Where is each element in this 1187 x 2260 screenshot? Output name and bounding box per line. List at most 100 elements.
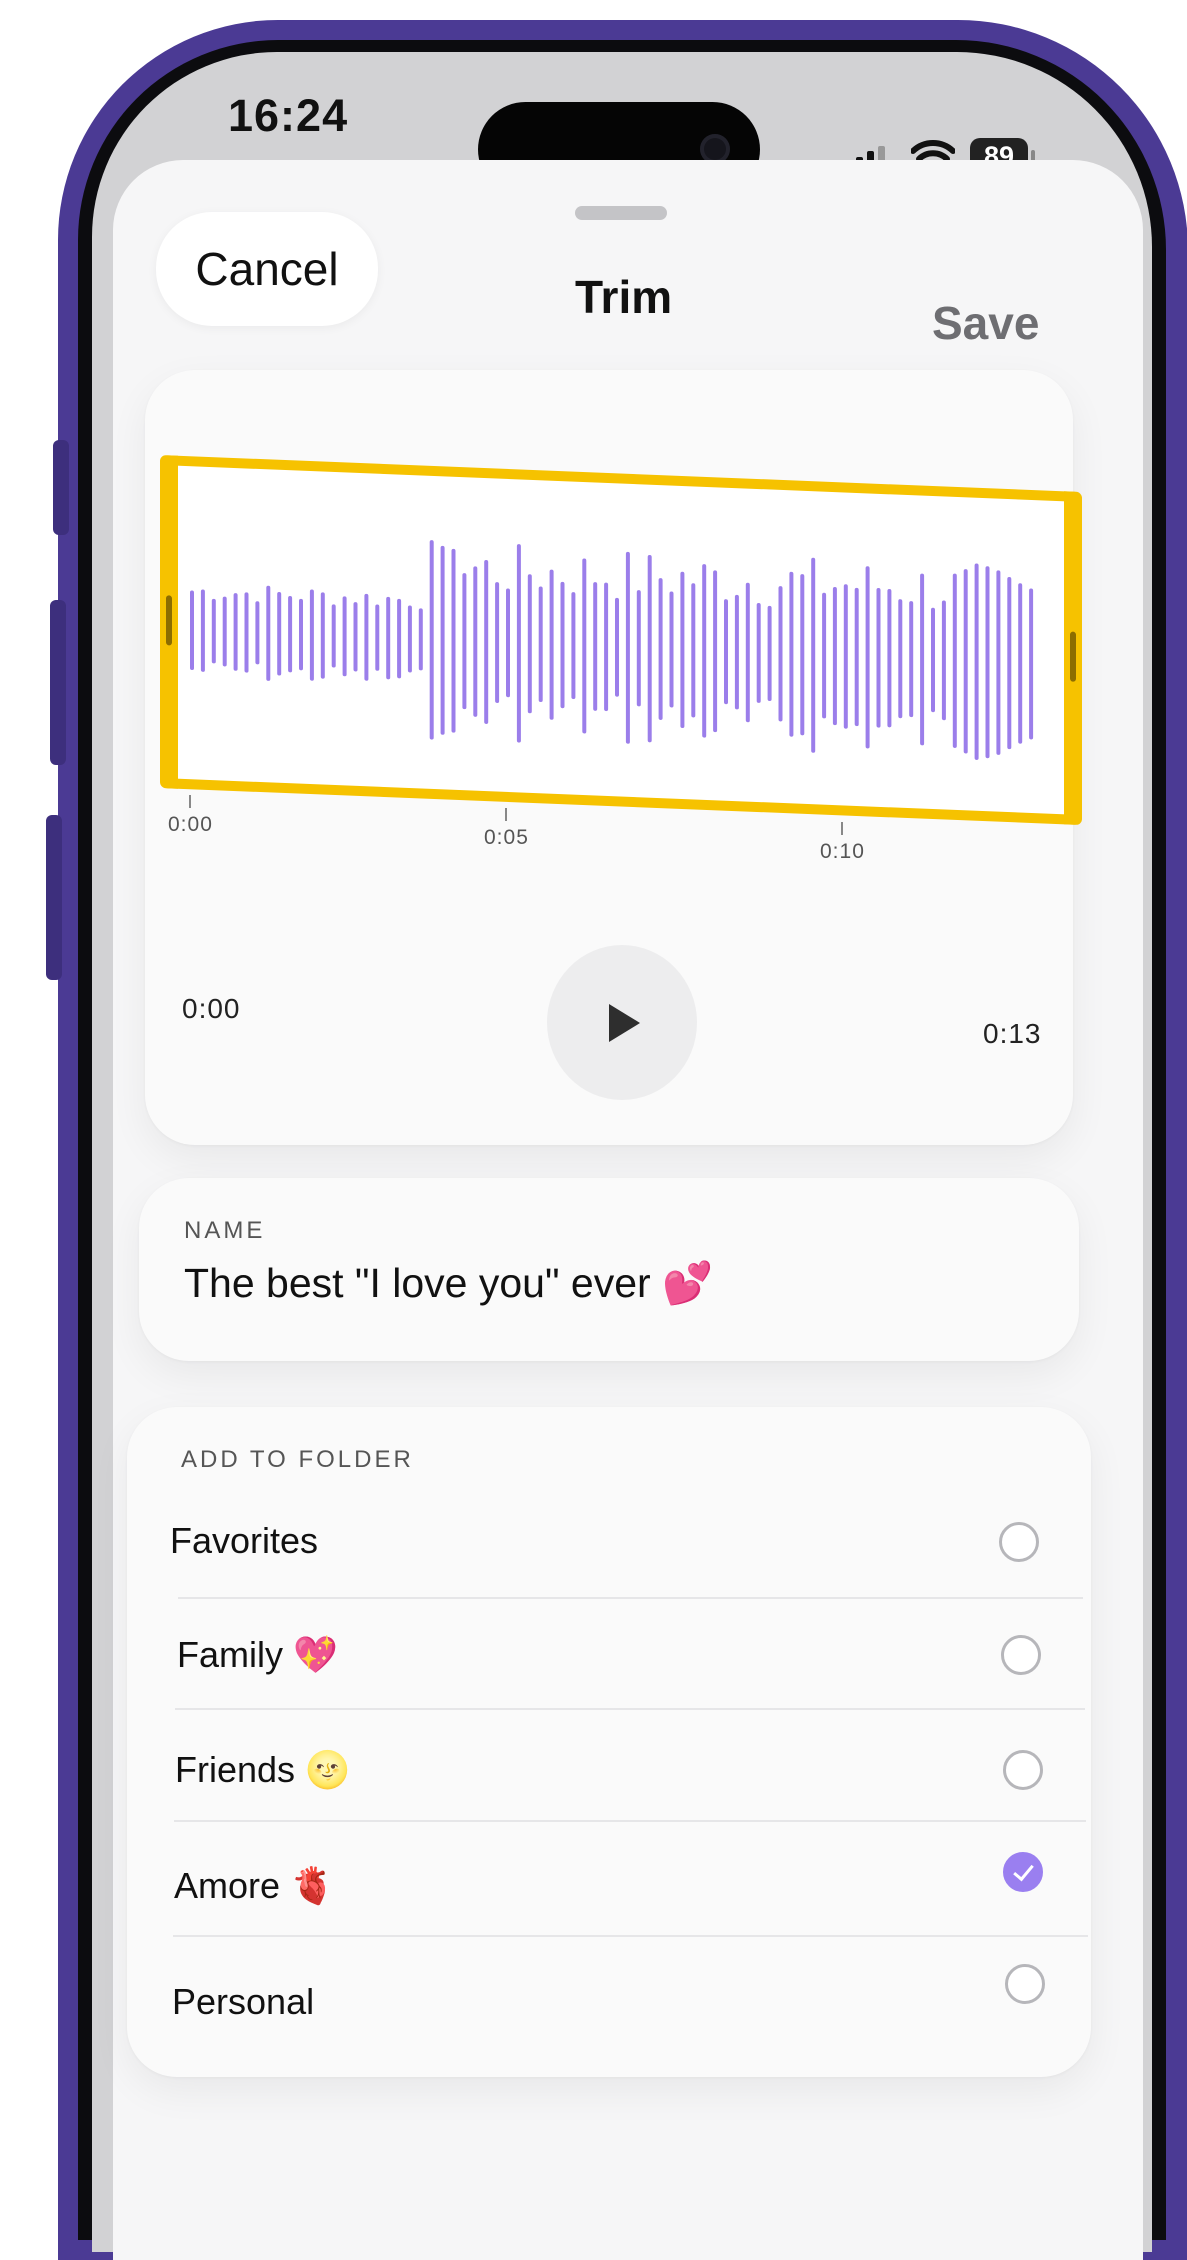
waveform-bar bbox=[931, 607, 935, 713]
waveform-bar bbox=[277, 591, 282, 676]
waveform-bar bbox=[516, 544, 521, 743]
waveform-bar bbox=[331, 604, 336, 668]
folder-label: Favorites bbox=[170, 1520, 319, 1561]
cancel-button[interactable]: Cancel bbox=[156, 212, 378, 326]
save-button[interactable]: Save bbox=[932, 296, 1039, 350]
waveform-bar bbox=[418, 608, 423, 671]
waveform-bar bbox=[865, 566, 870, 749]
divider bbox=[174, 1820, 1086, 1822]
waveform-bar bbox=[985, 566, 990, 759]
trim-handle-end[interactable] bbox=[1064, 491, 1082, 826]
waveform-bar bbox=[364, 593, 369, 681]
folder-section-label: ADD TO FOLDER bbox=[181, 1446, 414, 1473]
timeline-tick: 0:05 bbox=[484, 808, 529, 850]
waveform-bar bbox=[843, 584, 848, 729]
waveform-bar bbox=[440, 545, 445, 735]
waveform-bar bbox=[963, 569, 968, 754]
waveform-bar bbox=[484, 560, 489, 724]
folder-item-amore[interactable]: Amore 🫀 bbox=[174, 1852, 1054, 1975]
current-time: 0:00 bbox=[182, 993, 241, 1024]
folder-label: Friends 🌝 bbox=[175, 1749, 350, 1790]
folder-label: Personal bbox=[172, 1981, 315, 2022]
waveform-bar bbox=[909, 601, 914, 718]
waveform-bar bbox=[604, 582, 609, 712]
folder-item-favorites[interactable]: Favorites bbox=[170, 1520, 1050, 1630]
waveform-bar bbox=[244, 592, 249, 673]
folder-radio[interactable] bbox=[1003, 1750, 1043, 1790]
page-title: Trim bbox=[575, 271, 673, 323]
waveform-bar bbox=[538, 586, 543, 703]
waveform-bar bbox=[593, 582, 598, 711]
waveform-bar bbox=[495, 582, 500, 703]
folder-item-family[interactable]: Family 💖 bbox=[177, 1634, 1057, 1744]
waveform-bar bbox=[266, 585, 271, 681]
waveform bbox=[190, 540, 1034, 760]
waveform-bar bbox=[429, 540, 434, 740]
waveform-bar bbox=[375, 604, 380, 671]
folder-radio[interactable] bbox=[1005, 1964, 1045, 2004]
divider bbox=[175, 1708, 1085, 1710]
waveform-bar bbox=[876, 588, 881, 728]
waveform-bar bbox=[713, 570, 718, 733]
action-button bbox=[53, 440, 69, 535]
volume-down-button bbox=[46, 815, 62, 980]
play-button[interactable] bbox=[547, 945, 697, 1100]
waveform-bar bbox=[407, 605, 412, 673]
waveform-bar bbox=[571, 592, 576, 700]
waveform-bar bbox=[255, 601, 260, 665]
waveform-bar bbox=[702, 564, 707, 738]
waveform-bar bbox=[397, 598, 402, 679]
folder-radio[interactable] bbox=[1001, 1635, 1041, 1675]
waveform-bar bbox=[1018, 583, 1023, 744]
total-duration: 0:13 bbox=[983, 1018, 1042, 1049]
waveform-bar bbox=[615, 597, 619, 697]
folder-item-personal[interactable]: Personal bbox=[172, 1964, 1052, 2091]
waveform-bar bbox=[647, 555, 652, 743]
waveform-bar bbox=[832, 586, 837, 726]
waveform-bar bbox=[1007, 576, 1012, 750]
waveform-bar bbox=[200, 589, 205, 672]
timeline-tick: 0:00 bbox=[168, 795, 213, 837]
waveform-bar bbox=[789, 571, 794, 737]
waveform-bar bbox=[778, 586, 783, 722]
waveform-bar bbox=[952, 573, 957, 748]
waveform-bar bbox=[473, 566, 478, 717]
folder-label: Family 💖 bbox=[177, 1634, 338, 1675]
waveform-bar bbox=[691, 583, 696, 718]
waveform-bar bbox=[462, 573, 467, 710]
waveform-bar bbox=[800, 574, 805, 736]
waveform-bar bbox=[745, 582, 750, 723]
waveform-bar bbox=[342, 596, 347, 677]
waveform-bar bbox=[320, 592, 325, 679]
folder-item-friends[interactable]: Friends 🌝 bbox=[175, 1749, 1055, 1859]
folder-radio[interactable] bbox=[999, 1522, 1039, 1562]
waveform-bar bbox=[734, 594, 739, 710]
waveform-bar bbox=[625, 551, 630, 744]
waveform-bar bbox=[222, 596, 227, 667]
waveform-bar bbox=[506, 588, 510, 698]
play-icon bbox=[609, 1004, 640, 1042]
waveform-bar bbox=[920, 573, 925, 746]
waveform-bar bbox=[309, 589, 314, 681]
waveform-bar bbox=[724, 599, 728, 705]
volume-up-button bbox=[50, 600, 66, 765]
waveform-bar bbox=[811, 557, 816, 753]
waveform-bar bbox=[898, 599, 903, 719]
trim-handle-start[interactable] bbox=[160, 455, 178, 789]
folder-label: Amore 🫀 bbox=[174, 1865, 335, 1906]
folder-radio-checked[interactable] bbox=[1003, 1852, 1043, 1892]
waveform-bar bbox=[658, 578, 663, 720]
waveform-bar bbox=[560, 581, 565, 709]
waveform-bar bbox=[1029, 588, 1034, 740]
waveform-bar bbox=[854, 587, 859, 727]
waveform-bar bbox=[996, 570, 1001, 755]
waveform-bar bbox=[451, 548, 456, 733]
divider bbox=[173, 1935, 1088, 1937]
waveform-bar bbox=[974, 563, 979, 760]
name-label: NAME bbox=[184, 1217, 266, 1244]
waveform-bar bbox=[767, 605, 772, 702]
sheet-grabber[interactable] bbox=[575, 206, 667, 220]
waveform-bar bbox=[887, 589, 892, 728]
name-field[interactable]: The best "I love you" ever 💕 bbox=[184, 1260, 713, 1308]
waveform-bar bbox=[211, 598, 216, 664]
